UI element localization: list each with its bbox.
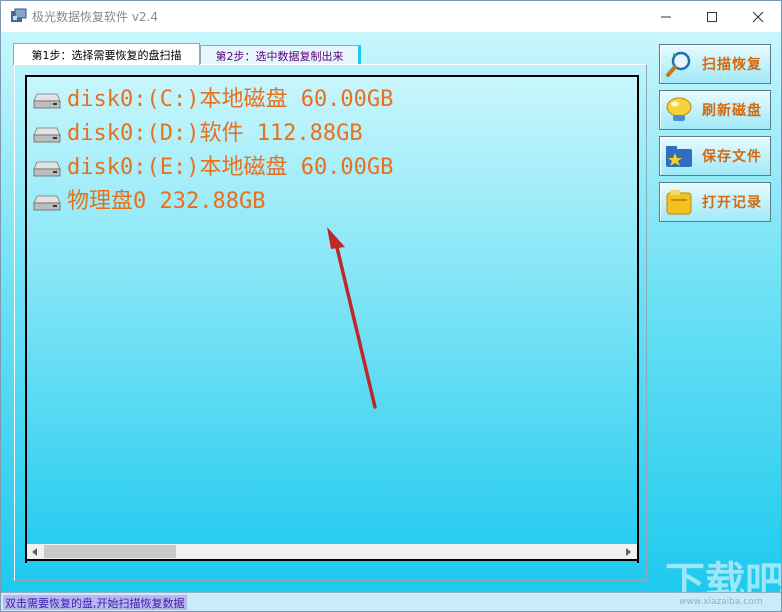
disk-item-c[interactable]: disk0:(C:)本地磁盘 60.00GB [33, 81, 393, 113]
yellow-folder-icon [666, 190, 692, 215]
tab-step1-label: 第1步：选择需要恢复的盘扫描 [31, 48, 182, 62]
hard-drive-icon [33, 161, 61, 177]
close-icon [752, 11, 764, 22]
app-logo-icon [11, 8, 27, 22]
hard-drive-icon [33, 93, 61, 109]
title-bar: 极光数据恢复软件 v2.4 [1, 1, 781, 32]
maximize-button[interactable] [689, 1, 735, 32]
hard-drive-icon [33, 127, 61, 143]
horizontal-scrollbar[interactable] [25, 544, 639, 561]
minimize-icon [661, 16, 671, 17]
refresh-bubble-icon [666, 97, 692, 121]
open-log-label: 打开记录 [702, 195, 762, 211]
app-window: 极光数据恢复软件 v2.4 第1步：选择需要恢复的盘扫描 第2步：选中数据复制出… [0, 0, 782, 612]
tab-step2-copy[interactable]: 第2步：选中数据复制出来 [200, 45, 361, 65]
save-file-label: 保存文件 [702, 149, 762, 165]
tab-step1-scan[interactable]: 第1步：选择需要恢复的盘扫描 [13, 43, 200, 65]
disk-label: 物理盘0 232.88GB [67, 189, 266, 214]
scroll-right-button[interactable] [621, 544, 637, 559]
disk-list[interactable]: disk0:(C:)本地磁盘 60.00GB disk0:(D:)软件 112.… [25, 75, 639, 563]
status-bar: 双击需要恢复的盘,开始扫描恢复数据 [1, 592, 781, 611]
tab-step2-label: 第2步：选中数据复制出来 [215, 49, 344, 63]
arrow-right-icon [626, 547, 631, 556]
window-title: 极光数据恢复软件 v2.4 [32, 10, 159, 24]
folder-star-icon [666, 146, 692, 167]
magnifier-icon [666, 51, 691, 77]
scroll-thumb[interactable] [44, 545, 176, 558]
arrow-left-icon [32, 547, 37, 556]
scan-recover-button[interactable]: 扫描恢复 [659, 44, 771, 84]
status-text: 双击需要恢复的盘,开始扫描恢复数据 [3, 595, 187, 610]
refresh-disks-button[interactable]: 刷新磁盘 [659, 90, 771, 130]
open-log-button[interactable]: 打开记录 [659, 182, 771, 222]
client-area: 第1步：选择需要恢复的盘扫描 第2步：选中数据复制出来 disk0:(C:)本地… [1, 32, 781, 592]
disk-item-e[interactable]: disk0:(E:)本地磁盘 60.00GB [33, 149, 393, 181]
disk-item-physical[interactable]: 物理盘0 232.88GB [33, 183, 265, 215]
disk-label: disk0:(C:)本地磁盘 60.00GB [67, 87, 394, 112]
watermark-url: www.xiazaiba.com [679, 597, 763, 607]
refresh-disks-label: 刷新磁盘 [702, 103, 762, 119]
maximize-icon [707, 11, 717, 22]
disk-label: disk0:(E:)本地磁盘 60.00GB [67, 155, 394, 180]
minimize-button[interactable] [643, 1, 689, 32]
scroll-left-button[interactable] [27, 544, 43, 559]
hard-drive-icon [33, 195, 61, 211]
save-file-button[interactable]: 保存文件 [659, 136, 771, 176]
close-button[interactable] [735, 1, 781, 32]
scan-recover-label: 扫描恢复 [702, 57, 762, 73]
disk-label: disk0:(D:)软件 112.88GB [67, 121, 363, 146]
annotation-arrow [327, 227, 377, 409]
disk-item-d[interactable]: disk0:(D:)软件 112.88GB [33, 115, 363, 147]
